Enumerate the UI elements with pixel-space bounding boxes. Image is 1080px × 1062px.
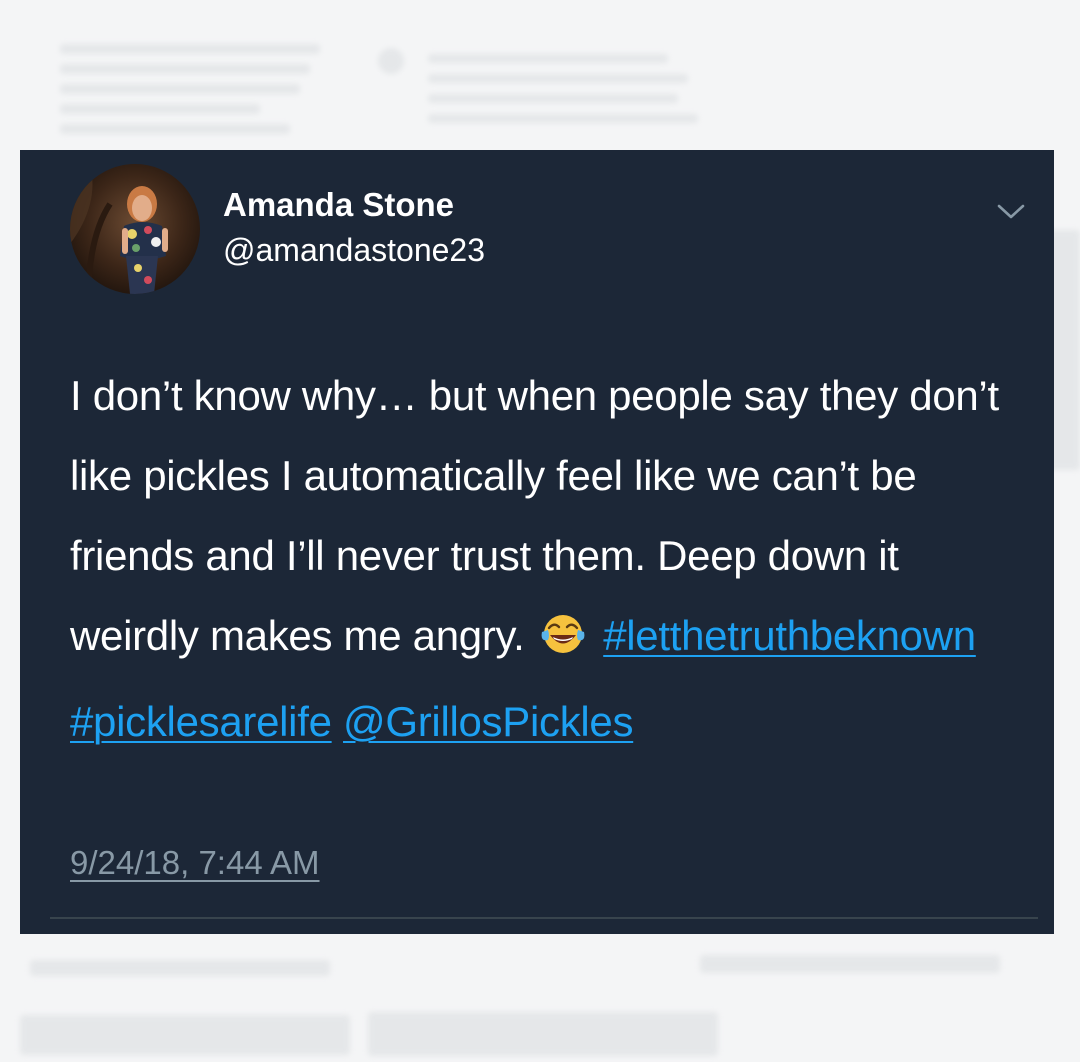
tweet-timestamp[interactable]: 9/24/18, 7:44 AM	[70, 844, 320, 882]
divider	[50, 917, 1038, 919]
tweet-text: I don’t know why… but when people say th…	[70, 356, 1030, 762]
tweet-card: Amanda Stone @amandastone23 I don’t know…	[20, 150, 1054, 934]
avatar[interactable]	[70, 164, 200, 294]
chevron-down-icon[interactable]	[994, 198, 1028, 224]
face-with-tears-of-joy-icon	[540, 602, 586, 682]
hashtag-letthetruthbeknown[interactable]: #letthetruthbeknown	[603, 612, 976, 659]
author-name[interactable]: Amanda Stone	[223, 186, 454, 224]
author-handle[interactable]: @amandastone23	[223, 232, 485, 269]
hashtag-picklesarelife[interactable]: #picklesarelife	[70, 698, 332, 745]
mention-grillospickles[interactable]: @GrillosPickles	[343, 698, 633, 745]
